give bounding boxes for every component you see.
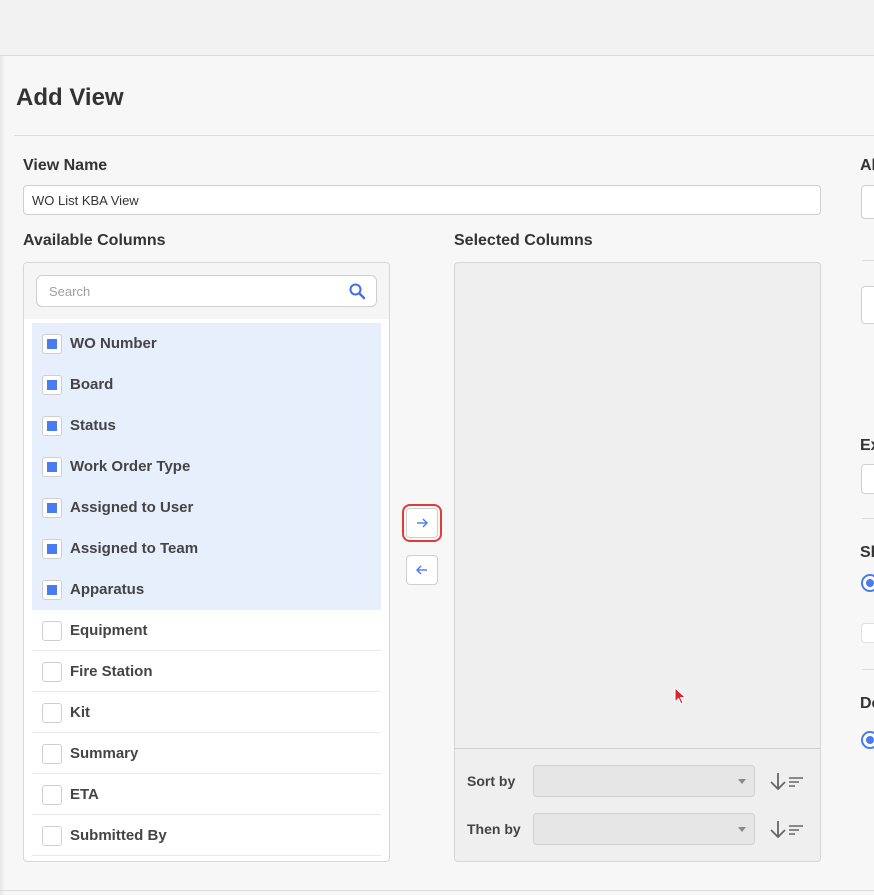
selected-columns-panel[interactable]: Sort by Then by (454, 262, 821, 862)
column-label: Assigned to Team (70, 540, 199, 557)
available-columns-panel: WO Number Board Status Work Order Type Assig… (23, 262, 390, 862)
column-checkbox[interactable] (42, 621, 62, 641)
column-item[interactable]: Assigned to Team (32, 528, 381, 569)
search-box (36, 275, 377, 307)
right-label-fragment-2: Ex (860, 437, 874, 454)
right-radio-fragment-2[interactable] (861, 731, 874, 749)
top-bar (0, 0, 874, 56)
column-checkbox[interactable] (42, 662, 62, 682)
then-by-select[interactable] (533, 813, 755, 845)
column-item[interactable]: Fire Station (32, 651, 381, 692)
column-checkbox[interactable] (42, 416, 62, 436)
column-label: Apparatus (70, 581, 145, 598)
column-checkbox[interactable] (42, 785, 62, 805)
page-title: Add View (16, 84, 124, 111)
column-checkbox[interactable] (42, 539, 62, 559)
left-edge-shadow (0, 56, 5, 895)
title-divider (14, 135, 874, 136)
arrow-left-icon (416, 565, 427, 575)
column-item[interactable]: Apparatus (32, 569, 381, 610)
right-panel-fragment[interactable] (861, 286, 874, 324)
then-by-label: Then by (467, 821, 521, 837)
available-columns-list: WO Number Board Status Work Order Type Assig… (32, 323, 381, 856)
right-input-fragment[interactable] (861, 185, 874, 219)
available-columns-label: Available Columns (23, 232, 166, 249)
column-checkbox[interactable] (42, 744, 62, 764)
sort-descending-icon[interactable] (769, 818, 805, 840)
column-item[interactable]: Board (32, 364, 381, 405)
column-label: Board (70, 376, 114, 393)
right-box-fragment (861, 623, 874, 643)
right-divider-fragment (862, 260, 874, 261)
selected-columns-label: Selected Columns (454, 232, 593, 249)
column-checkbox[interactable] (42, 498, 62, 518)
column-label: ETA (70, 786, 99, 803)
view-name-label: View Name (23, 157, 108, 174)
search-input[interactable] (37, 276, 337, 306)
right-label-fragment-4: De (860, 695, 874, 712)
bottom-divider (0, 890, 874, 891)
right-label-fragment-1: Al (860, 157, 874, 174)
column-label: Assigned to User (70, 499, 194, 516)
column-item[interactable]: Kit (32, 692, 381, 733)
sort-divider (455, 748, 820, 749)
column-item[interactable]: Summary (32, 733, 381, 774)
column-item[interactable]: Assigned to User (32, 487, 381, 528)
mouse-cursor-icon (674, 687, 687, 705)
column-label: Equipment (70, 622, 148, 639)
column-label: Summary (70, 745, 139, 762)
column-checkbox[interactable] (42, 826, 62, 846)
column-label: Kit (70, 704, 90, 721)
sort-by-select[interactable] (533, 765, 755, 797)
column-item[interactable]: Submitted By (32, 815, 381, 856)
right-input-fragment-2[interactable] (861, 464, 874, 494)
column-label: Submitted By (70, 827, 167, 844)
column-label: Status (70, 417, 116, 434)
column-checkbox[interactable] (42, 375, 62, 395)
available-search-area (24, 263, 389, 319)
column-checkbox[interactable] (42, 580, 62, 600)
column-item[interactable]: Status (32, 405, 381, 446)
column-item[interactable]: WO Number (32, 323, 381, 364)
column-label: Work Order Type (70, 458, 191, 475)
column-checkbox[interactable] (42, 457, 62, 477)
arrow-right-icon (417, 518, 428, 528)
column-item[interactable]: ETA (32, 774, 381, 815)
column-checkbox[interactable] (42, 703, 62, 723)
column-label: Fire Station (70, 663, 153, 680)
column-item[interactable]: Equipment (32, 610, 381, 651)
sort-descending-icon[interactable] (769, 770, 805, 792)
right-radio-fragment-1[interactable] (861, 574, 874, 592)
search-icon[interactable] (348, 282, 366, 300)
column-checkbox[interactable] (42, 334, 62, 354)
view-name-input[interactable] (23, 185, 821, 215)
right-divider-fragment-2 (862, 518, 874, 519)
move-right-button[interactable] (402, 504, 442, 542)
right-divider-fragment-3 (862, 669, 874, 670)
column-item[interactable]: Work Order Type (32, 446, 381, 487)
sort-by-label: Sort by (467, 773, 516, 789)
column-label: WO Number (70, 335, 157, 352)
right-label-fragment-3: Sh (860, 544, 874, 561)
move-left-button[interactable] (406, 555, 438, 585)
